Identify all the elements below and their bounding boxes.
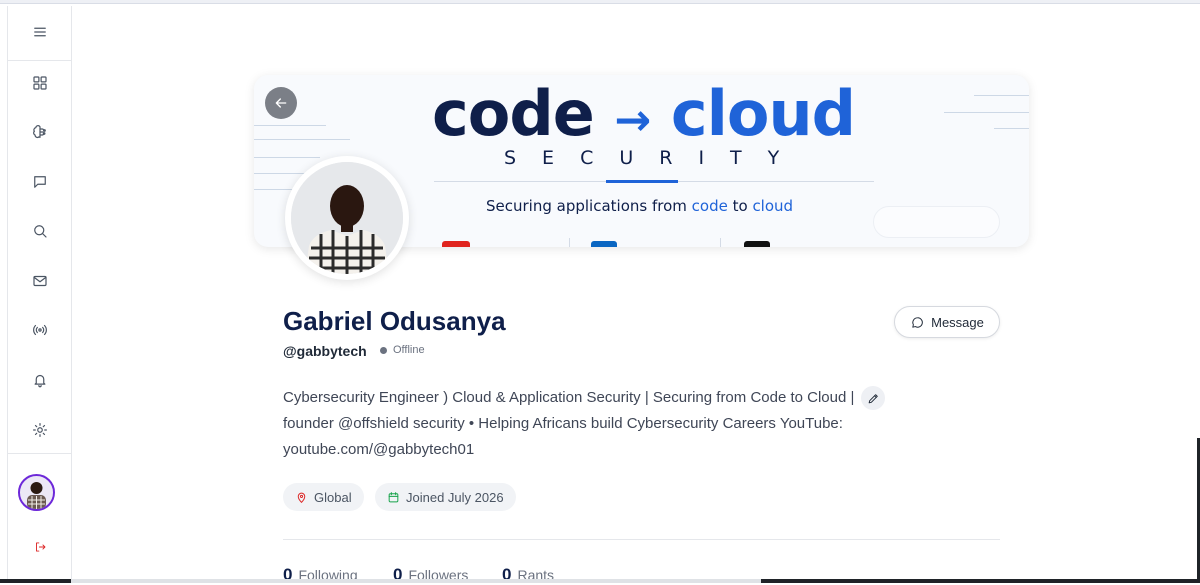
tagline-prefix: Securing applications from [486, 197, 692, 215]
sidebar-item-notifications[interactable] [8, 360, 72, 400]
status-text: Offline [393, 344, 425, 356]
pencil-icon [868, 393, 878, 403]
banner-deco-line [254, 139, 350, 140]
back-button[interactable] [265, 87, 297, 119]
horizontal-scrollbar[interactable] [71, 579, 761, 583]
menu-icon [34, 27, 46, 37]
sidebar-divider [8, 60, 72, 61]
banner-deco-line [944, 112, 1029, 113]
profile-avatar[interactable] [285, 156, 409, 280]
profile-name: Gabriel Odusanya [283, 306, 506, 336]
banner-deco-line [254, 125, 326, 126]
sidebar-divider [8, 453, 72, 454]
banner-title: code → cloud [432, 77, 872, 158]
banner-separator [569, 238, 570, 247]
arrow-left-icon [275, 98, 287, 108]
grid-icon [33, 76, 47, 90]
chat-bubble-icon [912, 316, 923, 328]
menu-button[interactable] [8, 12, 72, 52]
search-icon [34, 225, 47, 238]
banner-tagline: Securing applications from code to cloud [486, 197, 793, 215]
user-avatar[interactable] [18, 474, 55, 511]
banner-deco-line [994, 128, 1029, 129]
location-text: Global [314, 489, 352, 505]
broadcast-icon [33, 324, 47, 336]
calendar-icon [388, 491, 399, 502]
banner-title-code: code [432, 77, 595, 150]
section-divider [283, 539, 1000, 540]
banner-deco-line [254, 157, 320, 158]
map-pin-icon [297, 492, 306, 503]
sidebar-item-mail[interactable] [8, 261, 72, 301]
banner-subtitle: SECURITY [504, 147, 806, 169]
banner-deco-line [974, 95, 1029, 96]
profile-bio: Cybersecurity Engineer ) Cloud & Applica… [283, 389, 855, 458]
tagline-code: code [691, 197, 728, 215]
youtube-icon [442, 241, 470, 247]
window-top-border [0, 0, 1200, 4]
brain-icon [33, 125, 46, 139]
sidebar [7, 6, 72, 583]
logout-button[interactable] [8, 527, 72, 567]
tagline-mid: to [727, 197, 753, 215]
sidebar-item-messages[interactable] [8, 162, 72, 202]
banner-separator [720, 238, 721, 247]
logout-icon [36, 542, 46, 552]
banner-title-arrow: → [614, 95, 651, 146]
status-dot [380, 347, 387, 354]
joined-chip: Joined July 2026 [375, 483, 516, 511]
sidebar-item-broadcast[interactable] [8, 310, 72, 350]
chat-icon [34, 176, 46, 188]
linkedin-icon [591, 241, 617, 247]
x-icon [744, 241, 770, 247]
edit-bio-button[interactable] [861, 386, 885, 410]
sidebar-item-settings[interactable] [8, 410, 72, 450]
banner-ghost-button [873, 206, 1000, 238]
profile-handle: @gabbytech [283, 343, 367, 359]
joined-text: Joined July 2026 [406, 489, 504, 505]
tagline-cloud: cloud [752, 197, 794, 215]
avatar-image [291, 162, 403, 274]
banner-deco-line [254, 189, 294, 190]
bell-icon [34, 374, 46, 388]
message-button-label: Message [931, 314, 984, 330]
gear-icon [33, 423, 47, 437]
banner-rule-accent [606, 180, 678, 183]
banner-title-cloud: cloud [670, 77, 856, 150]
sidebar-item-brain[interactable] [8, 112, 72, 152]
location-chip: Global [283, 483, 364, 511]
sidebar-item-search[interactable] [8, 211, 72, 251]
message-button[interactable]: Message [894, 306, 1000, 338]
banner-deco-line [254, 173, 308, 174]
sidebar-item-dashboard[interactable] [8, 63, 72, 103]
mail-icon [33, 275, 47, 287]
